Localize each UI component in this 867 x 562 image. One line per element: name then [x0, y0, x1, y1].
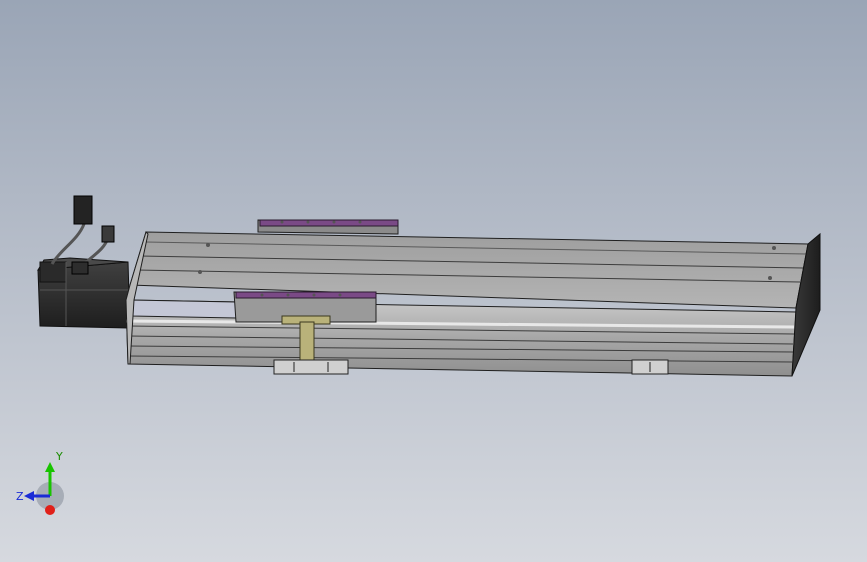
- connector-1: [73, 195, 93, 225]
- orientation-triad[interactable]: Y Z: [12, 448, 72, 522]
- z-axis-label: Z: [16, 490, 24, 503]
- linear-module-model[interactable]: [0, 0, 867, 562]
- slot-opening: [129, 299, 237, 319]
- connector-2: [101, 225, 115, 243]
- y-arrow-icon: [45, 462, 55, 472]
- mount-clamp-right[interactable]: [631, 359, 669, 375]
- upper-carriage[interactable]: [257, 219, 399, 235]
- y-axis-label: Y: [55, 450, 63, 463]
- mount-clamp-left[interactable]: [273, 359, 349, 375]
- x-axis-dot: [45, 505, 55, 515]
- z-arrow-icon: [24, 491, 34, 501]
- cad-viewport[interactable]: Y Z: [0, 0, 867, 562]
